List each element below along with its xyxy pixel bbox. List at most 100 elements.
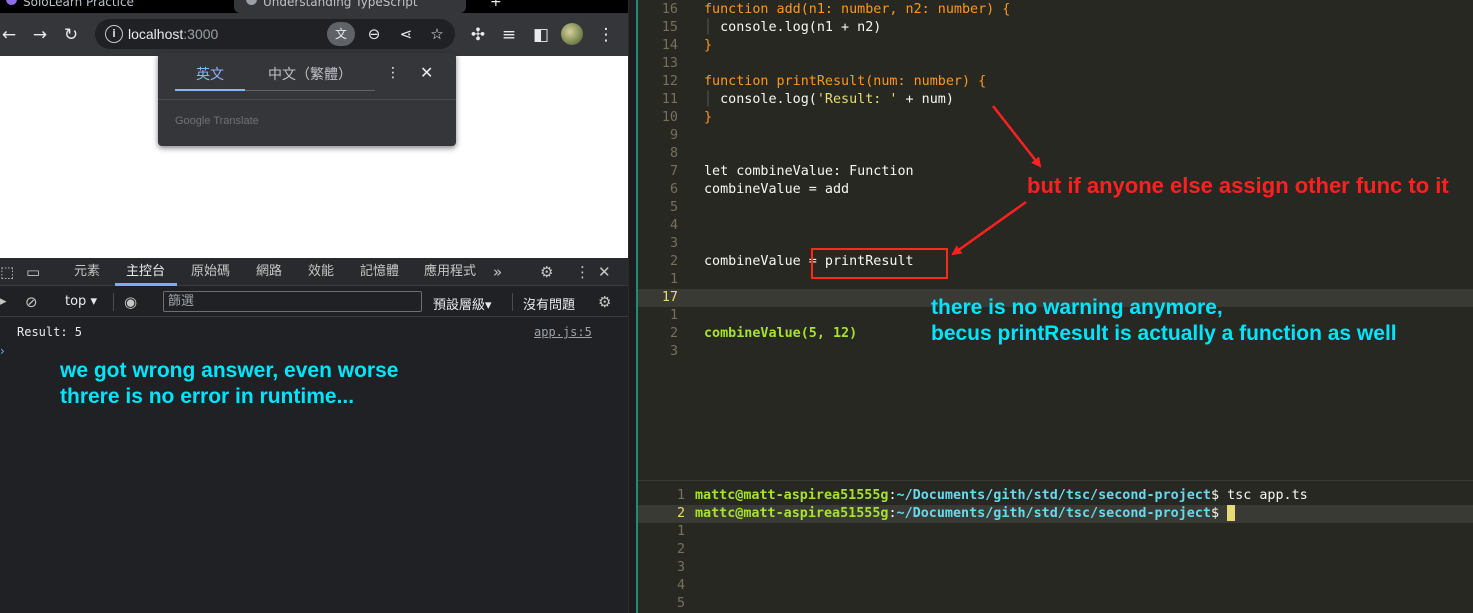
devtools-panel: ⬚ ▭ 元素 主控台 原始碼 網路 效能 記憶體 應用程式 » ⚙ ⋮ ✕ ▸ … [0, 258, 628, 613]
kebab-menu-icon[interactable]: ⋮ [575, 258, 590, 286]
clear-console-icon[interactable]: ⊘ [25, 288, 38, 316]
context-selector[interactable]: top ▾ [65, 294, 97, 309]
line-number: 1 [676, 524, 685, 539]
settings-gear-icon[interactable]: ⚙ [540, 258, 553, 286]
code-text: + num) [897, 92, 954, 107]
tab-application[interactable]: 應用程式 [424, 258, 476, 286]
line-number: 17 [661, 290, 678, 305]
issues-counter[interactable]: 沒有問題 [523, 294, 575, 313]
close-devtools-icon[interactable]: ✕ [598, 258, 611, 286]
new-tab-button[interactable]: + [490, 0, 502, 13]
console-settings-gear-icon[interactable]: ⚙ [598, 288, 611, 316]
tab-source-language[interactable]: 英文 [175, 65, 245, 91]
url-port: :3000 [183, 26, 219, 42]
filter-input[interactable] [163, 291, 422, 312]
tab-memory[interactable]: 記憶體 [360, 258, 399, 286]
line-number: 3 [669, 236, 678, 251]
annotation-cyan: there is no warning anymore, becus print… [931, 295, 1397, 347]
log-message: Result: 5 [17, 325, 83, 339]
back-icon[interactable]: ← [0, 24, 20, 46]
log-levels-dropdown[interactable]: 預設層級▾ [433, 294, 492, 313]
code-line: 11 │ console.log('Result: ' + num) [638, 91, 1473, 109]
address-bar[interactable]: i localhost:3000 文 ⊖ ⋖ ☆ [95, 19, 455, 49]
separator [512, 293, 513, 311]
tab-performance[interactable]: 效能 [308, 258, 334, 286]
more-tabs-icon[interactable]: » [493, 258, 502, 286]
annotation-cyan-line2: becus printResult is actually a function… [931, 322, 1397, 345]
site-info-icon[interactable]: i [105, 25, 123, 43]
zoom-icon[interactable]: ⊖ [363, 23, 385, 45]
line-number: 5 [676, 596, 685, 611]
browser-toolbar: ← → ↻ i localhost:3000 文 ⊖ ⋖ ☆ ✣ ≡ ◧ ⋮ [0, 13, 628, 56]
line-number: 15 [661, 20, 678, 35]
line-number: 1 [676, 488, 685, 503]
console-prompt-icon[interactable]: › [0, 344, 5, 358]
tab-sources[interactable]: 原始碼 [191, 258, 230, 286]
forward-icon[interactable]: → [29, 24, 51, 46]
browser-tab-active[interactable]: Understanding TypeScript [234, 0, 466, 13]
tab-console[interactable]: 主控台 [126, 258, 165, 286]
window-divider[interactable] [628, 0, 638, 613]
profile-avatar[interactable] [561, 23, 583, 45]
code-editor[interactable]: 1 6 function add(n1: number, n2: number) {… [638, 0, 1473, 480]
prompt-dollar: $ [1210, 488, 1228, 503]
terminal-panel[interactable]: 1 mattc@matt-aspirea51555g:~/Documents/gi… [638, 480, 1473, 613]
code-text: function printResult(num: number) { [704, 74, 987, 89]
close-icon[interactable]: ✕ [420, 63, 433, 82]
log-source-link[interactable]: app.js:5 [534, 325, 592, 339]
kebab-menu-icon[interactable]: ⋮ [595, 24, 617, 46]
browser-tab[interactable]: SoloLearn Practice [6, 0, 226, 13]
line-number: 1 [669, 272, 678, 287]
indent-guide: │ [704, 92, 721, 107]
code-line: 15 │ console.log(n1 + n2) [638, 19, 1473, 37]
device-toolbar-icon[interactable]: ▭ [26, 258, 40, 286]
side-panel-icon[interactable]: ◧ [530, 24, 552, 46]
line-number: 3 [669, 344, 678, 359]
more-options-icon[interactable]: ⋮ [386, 65, 400, 81]
prompt-path: ~/Documents/gith/std/tsc/second-project [896, 506, 1211, 521]
tab-target-language[interactable]: 中文（繁體） [245, 65, 375, 91]
highlight-box [811, 248, 948, 279]
url-text[interactable]: localhost:3000 [128, 26, 218, 42]
tab-elements[interactable]: 元素 [74, 258, 100, 286]
line-number: 5 [669, 200, 678, 215]
sidebar-toggle-icon[interactable]: ▸ [0, 288, 7, 316]
inspect-element-icon[interactable]: ⬚ [0, 258, 14, 286]
tab-strip: SoloLearn Practice Understanding TypeScr… [0, 0, 628, 13]
line-number: 8 [669, 146, 678, 161]
translate-icon[interactable]: 文 [327, 22, 355, 46]
line-number: 4 [676, 578, 685, 593]
console-toolbar: ▸ ⊘ top ▾ ◉ 預設層級▾ 沒有問題 ⚙ [0, 287, 628, 317]
favicon-icon [246, 0, 257, 5]
line-number: 6 [669, 182, 678, 197]
line-number: 12 [661, 74, 678, 89]
url-host: localhost [128, 26, 184, 42]
prompt-user: mattc@matt-aspirea51555g [695, 488, 889, 503]
code-line: 3 [638, 235, 1473, 253]
line-number: 2 [669, 254, 678, 269]
extensions-icon[interactable]: ✣ [467, 24, 489, 46]
log-levels-value: 預設層級 [433, 298, 486, 313]
prompt-user: mattc@matt-aspirea51555g [695, 506, 889, 521]
string-literal: 'Result: ' [816, 92, 898, 107]
terminal-line: 1 mattc@matt-aspirea51555g:~/Documents/gi… [638, 487, 1473, 505]
terminal-line: 3 [638, 559, 1473, 577]
code-text: console.log( [720, 92, 817, 107]
separator [113, 293, 114, 311]
line-number: 1 [669, 308, 678, 323]
reload-icon[interactable]: ↻ [60, 24, 82, 46]
indent-guide: │ [704, 20, 721, 35]
divider [158, 99, 456, 100]
brace-close: } [704, 38, 713, 53]
tab-network[interactable]: 網路 [256, 258, 282, 286]
code-text: function add(n1: number, n2: number) { [704, 2, 1011, 17]
bookmark-star-icon[interactable]: ☆ [426, 23, 448, 45]
live-expression-eye-icon[interactable]: ◉ [124, 288, 137, 316]
share-icon[interactable]: ⋖ [395, 23, 417, 45]
code-text: let combineValue: Function [704, 164, 914, 179]
annotation-left: we got wrong answer, even worse threre i… [60, 358, 398, 410]
terminal-line: 4 [638, 577, 1473, 595]
media-control-icon[interactable]: ≡ [498, 24, 520, 46]
tab-title: SoloLearn Practice [23, 0, 134, 9]
annotation-red: but if anyone else assign other func to … [1027, 173, 1449, 198]
